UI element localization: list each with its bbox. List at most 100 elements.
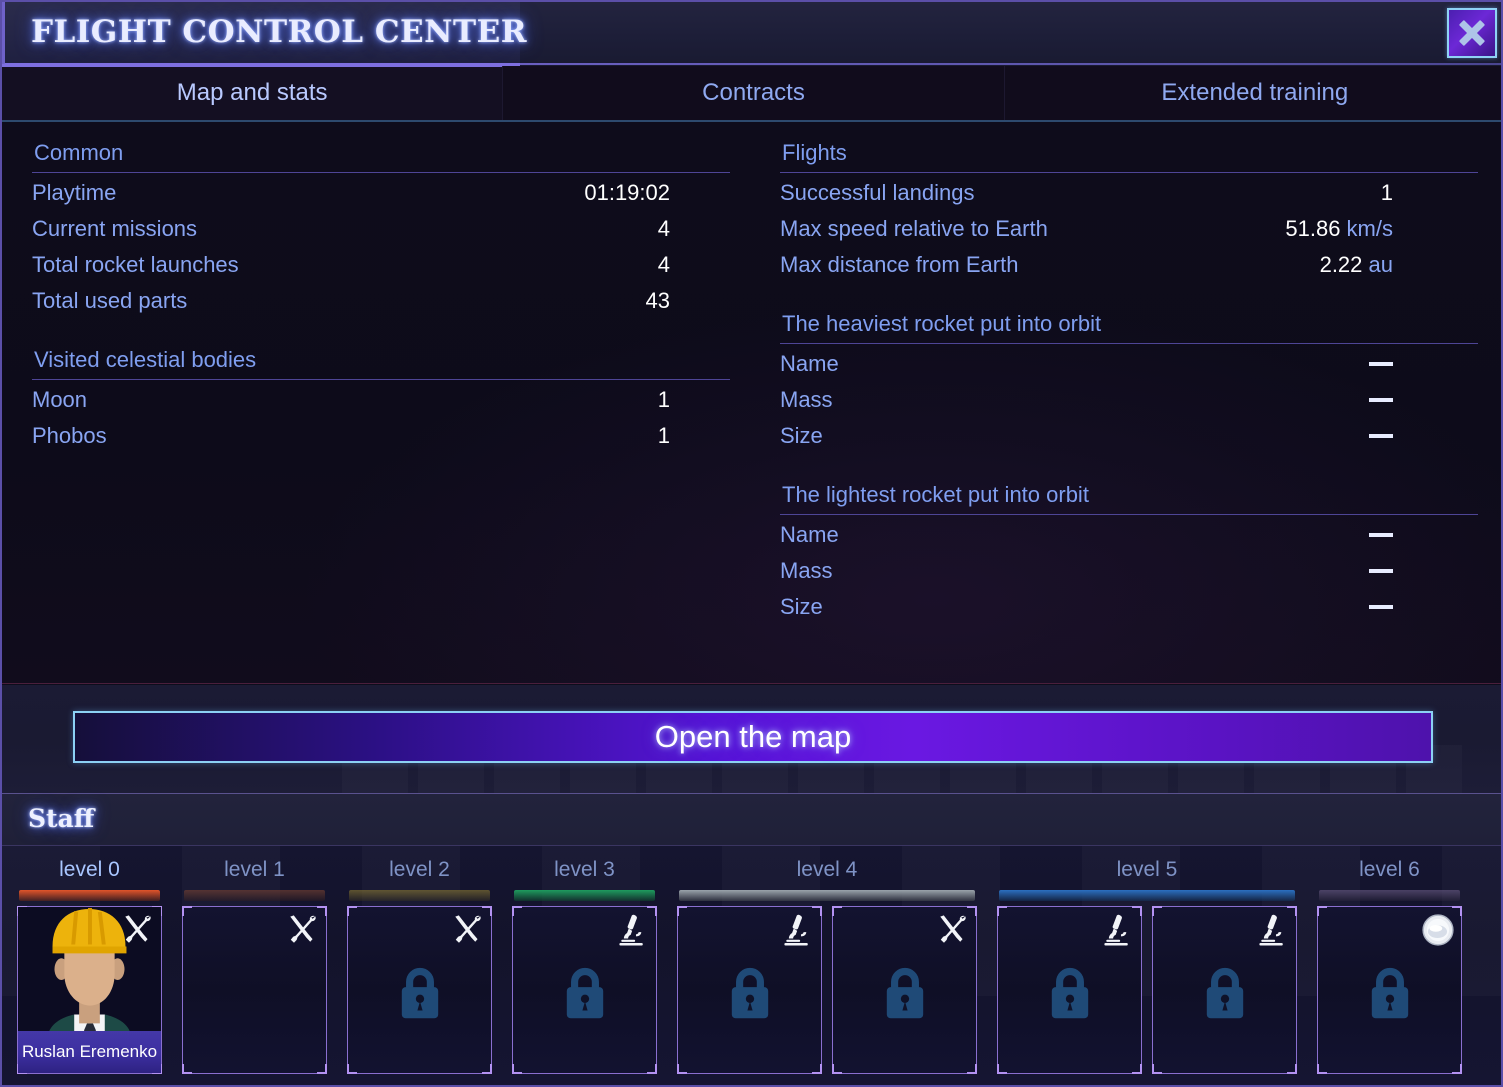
lock-icon [1044,962,1096,1022]
staff-card-locked[interactable] [832,906,977,1074]
stat-label: Successful landings [780,180,975,205]
microscope-icon [1256,913,1290,947]
card-corner-bracket [1132,1064,1142,1074]
title-bar-underline [520,63,1501,65]
stat-label: Name [780,351,839,376]
staff-level-bar [679,890,975,901]
card-corner-bracket [512,1064,522,1074]
card-corner-bracket [832,1064,842,1074]
stat-label: Moon [32,387,88,412]
microscope-icon [616,913,650,947]
staff-level-bar [19,890,160,901]
staff-level-label: level 2 [389,858,450,881]
microscope-icon [784,914,808,946]
close-icon[interactable] [1447,8,1497,58]
staff-card-locked[interactable] [997,906,1142,1074]
stat-unit: km/s [1340,216,1393,241]
staff-card-locked[interactable] [677,906,822,1074]
staff-name-badge: Ruslan Eremenko [18,1031,161,1073]
stat-value-empty [1369,434,1393,438]
stat-row: Mass [780,382,1478,418]
staff-card[interactable] [182,906,327,1074]
stat-value: 51.86 km/s [1285,216,1393,241]
staff-card[interactable]: Ruslan Eremenko [17,906,162,1074]
lock-icon [566,968,603,1019]
stat-label: Max speed relative to Earth [780,216,1048,241]
wrench-screwdriver-icon [125,915,151,943]
card-corner-bracket [317,1064,327,1074]
card-corner-bracket [1317,906,1327,916]
card-corner-bracket [1152,1064,1162,1074]
card-corner-bracket [677,1064,687,1074]
stat-value: 43 [645,288,670,313]
lock-icon [886,968,923,1019]
staff-level-group: level 2 [347,846,492,1085]
open-map-button[interactable]: Open the map [73,711,1433,763]
tab-label: Extended training [1161,79,1349,106]
card-corner-bracket [997,1064,1007,1074]
staff-header: Staff [2,793,1501,846]
staff-level-label: level 0 [59,858,120,881]
card-corner-bracket [832,906,842,916]
lock-icon [724,962,776,1022]
staff-card-locked[interactable] [1317,906,1462,1074]
stat-row: Size [780,418,1478,454]
staff-card-locked[interactable] [512,906,657,1074]
card-corner-bracket [647,1064,657,1074]
wrench-screwdriver-icon [936,913,970,947]
staff-level-bar [999,890,1295,901]
staff-title: Staff [28,804,95,833]
stats-column-right: Flights Successful landings 1 Max speed rel… [780,122,1478,635]
staff-card-row [1317,906,1462,1074]
staff-card-row [997,906,1297,1074]
staff-card-row [182,906,327,1074]
stats-section: The heaviest rocket put into orbit Name Ma… [780,293,1478,454]
stat-row: Name [780,517,1478,553]
staff-level-group: level 0 Ruslan Eremenko [17,846,162,1085]
card-corner-bracket [812,1064,822,1074]
staff-card-row: Ruslan Eremenko [17,906,162,1074]
card-corner-bracket [677,906,687,916]
lock-icon [394,962,446,1022]
stat-label: Max distance from Earth [780,252,1019,277]
stat-row: Moon 1 [32,382,730,418]
wrench-screwdriver-icon [290,915,316,943]
astronaut-helmet-icon [1422,914,1454,946]
stat-row: Current missions 4 [32,211,730,247]
tab-contracts[interactable]: Contracts [502,66,1004,120]
wrench-screwdriver-icon [451,913,485,947]
stat-value-empty [1369,605,1393,609]
stat-value: 1 [1380,180,1393,205]
stat-label: Current missions [32,216,198,241]
microscope-icon [1101,913,1135,947]
staff-card-locked[interactable] [347,906,492,1074]
lock-icon [401,968,438,1019]
stat-value: 01:19:02 [584,180,670,205]
stat-label: Playtime [32,180,117,205]
stat-value: 1 [657,387,670,412]
stats-section-title: Flights [780,122,1478,173]
staff-card-locked[interactable] [1152,906,1297,1074]
microscope-icon [781,913,815,947]
stat-row: Total rocket launches 4 [32,247,730,283]
stat-row: Max distance from Earth 2.22 au [780,247,1478,283]
staff-level-bar [184,890,325,901]
tab-map-and-stats[interactable]: Map and stats [2,64,503,120]
stat-row: Mass [780,553,1478,589]
card-corner-bracket [182,1064,192,1074]
title-bar-active-region: FLIGHT CONTROL CENTER [2,2,526,66]
open-map-button-label: Open the map [654,719,852,754]
stat-label: Mass [780,558,833,583]
wrench-screwdriver-icon [286,913,320,947]
stats-section-title: The heaviest rocket put into orbit [780,293,1478,344]
astronaut-helmet-icon [1421,913,1455,947]
lock-icon [1051,968,1088,1019]
stat-value-empty [1369,362,1393,366]
card-corner-bracket [1287,1064,1297,1074]
stat-row: Max speed relative to Earth 51.86 km/s [780,211,1478,247]
card-corner-bracket [967,1064,977,1074]
tab-extended-training[interactable]: Extended training [1003,66,1501,120]
stat-unit: au [1362,252,1393,277]
card-corner-bracket [1452,1064,1462,1074]
stat-row: Phobos 1 [32,418,730,454]
